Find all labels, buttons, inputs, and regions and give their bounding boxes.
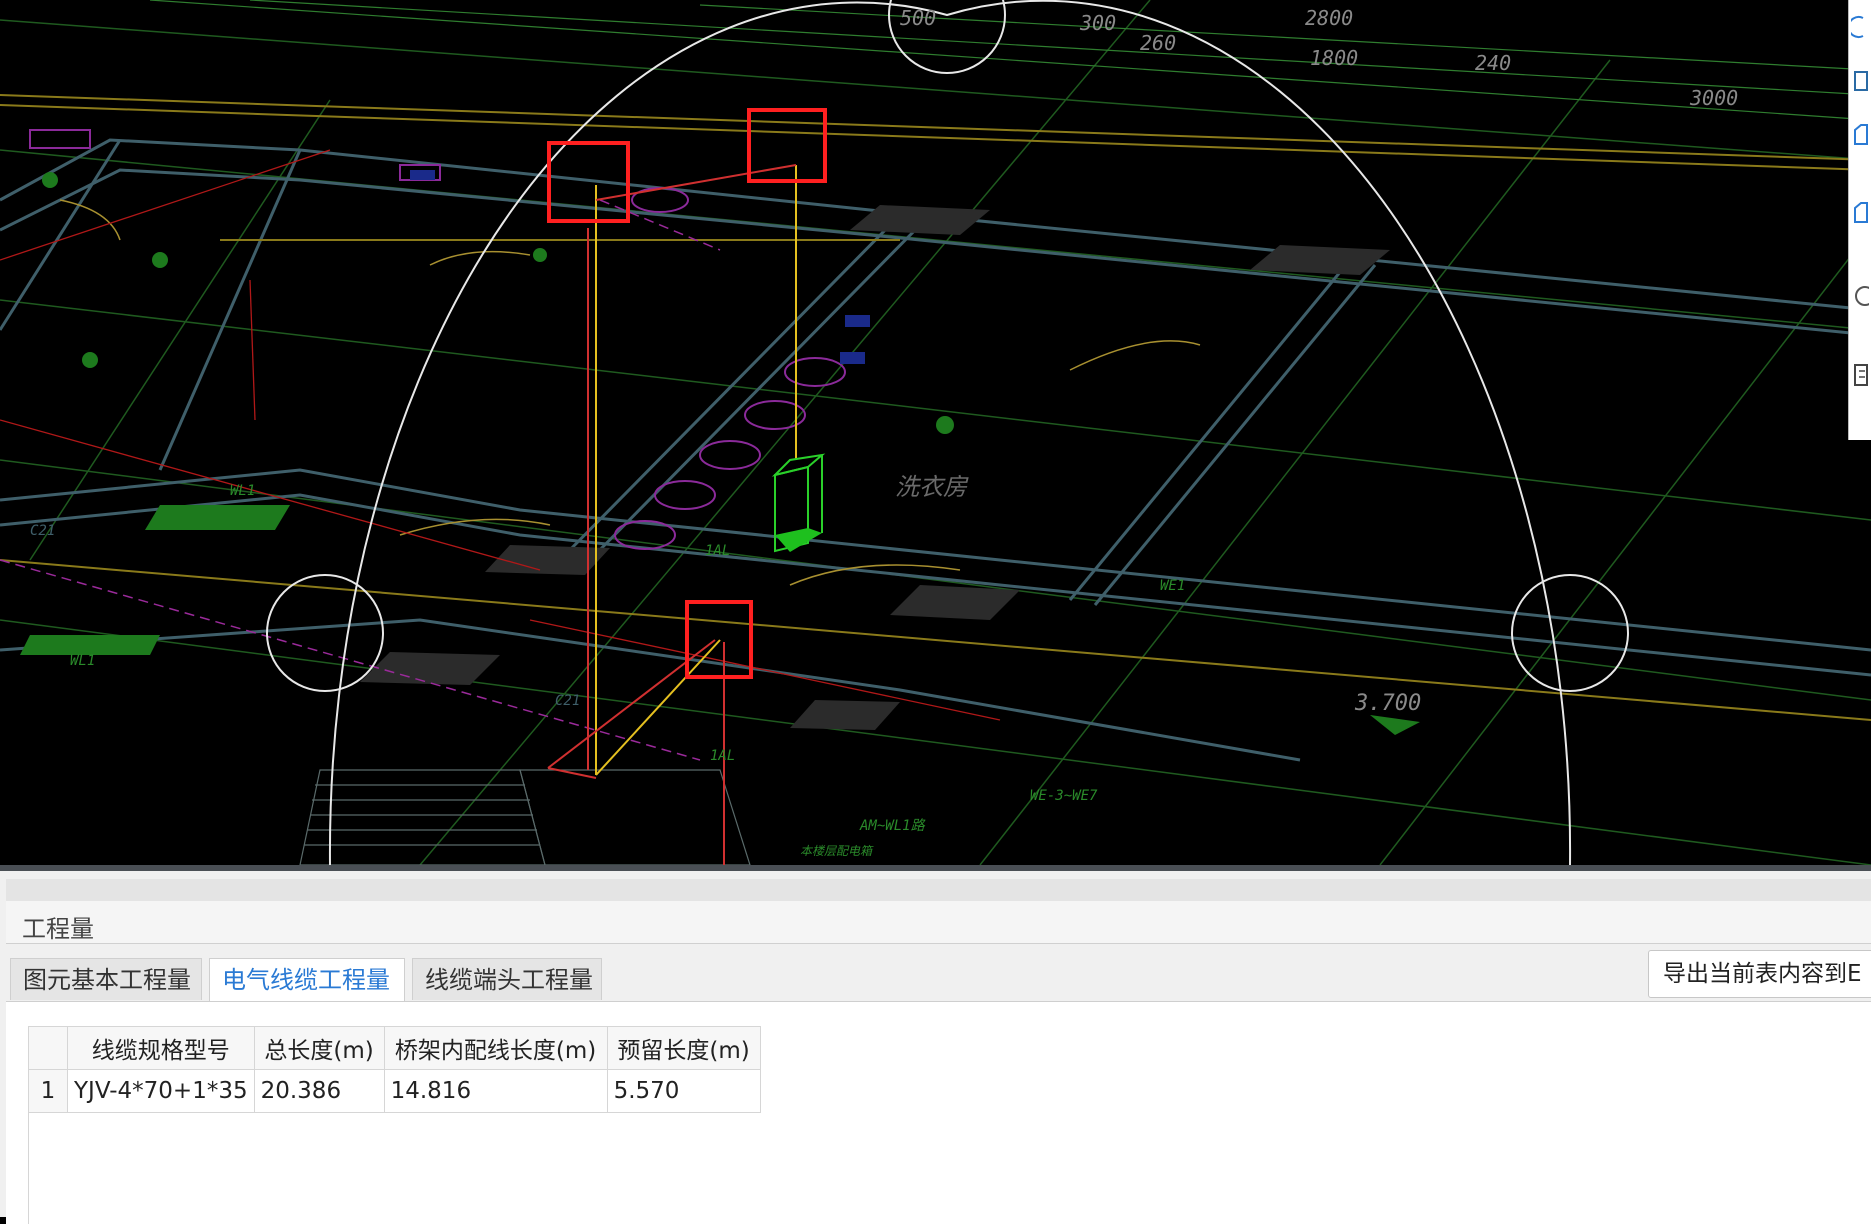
level-triangle bbox=[1370, 715, 1420, 735]
header-reserved-length[interactable]: 预留长度(m) bbox=[606, 1026, 761, 1070]
header-tray-length[interactable]: 桥架内配线长度(m) bbox=[383, 1026, 608, 1070]
orbit-icon[interactable] bbox=[1851, 14, 1869, 40]
wire-label-4: C21 bbox=[30, 523, 55, 539]
dim-label-300: 300 bbox=[1079, 11, 1116, 35]
row-number: 1 bbox=[28, 1069, 68, 1113]
dim-label-240: 240 bbox=[1475, 51, 1511, 75]
rotate-icon[interactable] bbox=[1851, 283, 1869, 309]
cad-labels: 500 300 260 2800 1800 240 3000 洗衣房 1AL 1… bbox=[30, 6, 1738, 858]
tab-cable-quantity[interactable]: 电气线缆工程量 bbox=[209, 958, 405, 1003]
axis-lines bbox=[0, 0, 1871, 865]
table-area: 线缆规格型号 总长度(m) 桥架内配线长度(m) 预留长度(m) 1 YJV-4… bbox=[6, 1001, 1871, 1224]
box-view-icon[interactable] bbox=[1851, 122, 1869, 148]
level-mark: 3.700 bbox=[1354, 691, 1421, 716]
dimension-lines bbox=[149, 0, 1871, 121]
circuit-label-1: WE-3~WE7 bbox=[1030, 788, 1098, 804]
equipment-symbols bbox=[20, 172, 954, 655]
red-wires bbox=[0, 149, 1001, 721]
table-header-row: 线缆规格型号 总长度(m) 桥架内配线长度(m) 预留长度(m) bbox=[28, 1026, 761, 1070]
quantity-panel: 工程量 图元基本工程量 电气线缆工程量 线缆端头工程量 导出当前表内容到E 线缆… bbox=[0, 865, 1871, 1224]
dim-label-260: 260 bbox=[1140, 31, 1176, 55]
beams bbox=[0, 94, 1871, 721]
export-to-excel-button[interactable]: 导出当前表内容到E bbox=[1648, 950, 1871, 998]
room-label-laundry: 洗衣房 bbox=[895, 473, 969, 501]
wire-label-5: C21 bbox=[555, 693, 580, 709]
header-cable-spec[interactable]: 线缆规格型号 bbox=[67, 1026, 255, 1070]
3d-view-icon[interactable] bbox=[1851, 200, 1869, 226]
wire-label-3: WE1 bbox=[1160, 578, 1185, 594]
circuit-label-2: AM~WL1路 bbox=[859, 818, 926, 834]
cad-viewport[interactable]: 500 300 260 2800 1800 240 3000 洗衣房 1AL 1… bbox=[0, 0, 1871, 865]
floor-plan-3d[interactable]: 500 300 260 2800 1800 240 3000 洗衣房 1AL 1… bbox=[0, 0, 1871, 865]
panel-titlebar[interactable] bbox=[6, 879, 1871, 901]
cell-cable-spec[interactable]: YJV-4*70+1*35 bbox=[67, 1069, 255, 1113]
cable-risers bbox=[595, 165, 797, 776]
fixtures bbox=[410, 170, 870, 364]
box-label-2: 1AL bbox=[710, 748, 735, 764]
tab-basic-quantity[interactable]: 图元基本工程量 bbox=[10, 958, 202, 1000]
dim-label-2800: 2800 bbox=[1305, 6, 1353, 30]
layers-icon[interactable] bbox=[1851, 362, 1869, 388]
cell-total-length[interactable]: 20.386 bbox=[253, 1069, 385, 1113]
table-row[interactable]: 1 YJV-4*70+1*35 20.386 14.816 5.570 bbox=[28, 1069, 761, 1113]
tab-cable-terminal-quantity[interactable]: 线缆端头工程量 bbox=[412, 958, 602, 1000]
wire-label-2: WL1 bbox=[230, 483, 255, 499]
cell-reserved-length[interactable]: 5.570 bbox=[606, 1069, 761, 1113]
box-label-1: 1AL bbox=[705, 543, 730, 559]
view-toolstrip bbox=[1848, 0, 1871, 440]
panel-header: 工程量 bbox=[6, 901, 1871, 944]
distribution-box[interactable] bbox=[771, 453, 826, 553]
dim-label-1800: 1800 bbox=[1310, 46, 1358, 70]
columns bbox=[360, 205, 1390, 730]
header-total-length[interactable]: 总长度(m) bbox=[253, 1026, 385, 1070]
staircase bbox=[299, 769, 751, 865]
table-frame-edge bbox=[6, 1026, 29, 1224]
dim-label-500: 500 bbox=[900, 6, 936, 30]
cell-tray-length[interactable]: 14.816 bbox=[383, 1069, 608, 1113]
cable-runs bbox=[547, 164, 797, 865]
dim-label-3000: 3000 bbox=[1689, 86, 1738, 110]
highlight-boxes bbox=[547, 108, 827, 679]
circuit-label-3: 本楼层配电箱 bbox=[800, 844, 874, 858]
panel-title: 工程量 bbox=[22, 915, 94, 943]
wire-label-1: WL1 bbox=[70, 653, 95, 669]
row-number-header bbox=[28, 1026, 68, 1070]
zoom-extent-icon[interactable] bbox=[1851, 68, 1869, 94]
cable-quantity-table: 线缆规格型号 总长度(m) 桥架内配线长度(m) 预留长度(m) 1 YJV-4… bbox=[28, 1026, 761, 1113]
